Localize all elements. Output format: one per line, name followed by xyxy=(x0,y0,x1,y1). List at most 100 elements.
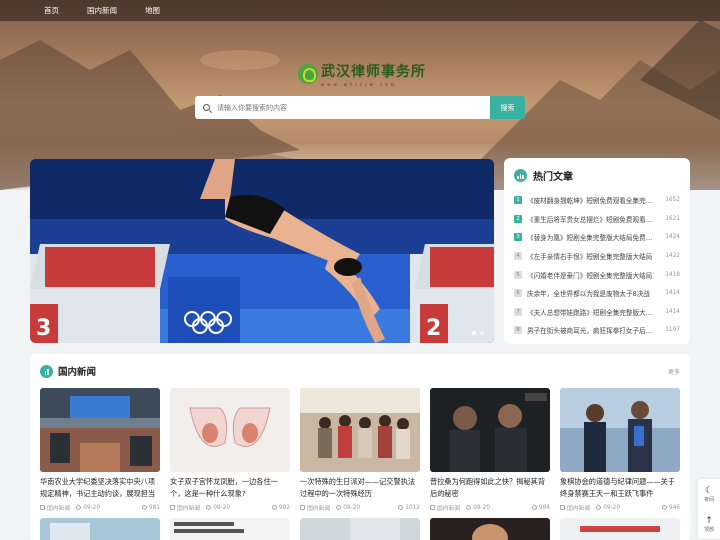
logo-title: 武汉律师事务所 xyxy=(321,64,426,80)
hot-article-views: 1414 xyxy=(665,290,680,297)
news-section-title: 国内新闻 xyxy=(58,367,97,378)
hot-article-item[interactable]: 5 《闪婚老伴是豪门》短剧全集完整版大结局 1418 xyxy=(514,265,680,284)
news-card[interactable]: 女子双子宫怀龙凤胎，一边各住一个，这是一种什么现象? 国内新闻 09-20 982 xyxy=(170,388,290,512)
news-card[interactable] xyxy=(560,518,680,540)
hot-article-title[interactable]: 《夫人总想带娃跑路》短剧全集完整版大结局 xyxy=(527,307,658,317)
carousel-dot[interactable] xyxy=(480,331,484,335)
hot-article-title[interactable]: 《左手亲情右手恨》短剧全集完整版大结局 xyxy=(527,251,658,261)
top-nav: 首页 国内新闻 地图 xyxy=(0,0,720,21)
news-card-title[interactable]: 象棋协会的道德与纪律问题——关于终身禁赛王天一和王跃飞事件 xyxy=(560,476,680,500)
news-thumbnail[interactable] xyxy=(560,388,680,472)
more-link[interactable]: 更多 xyxy=(668,367,680,376)
domestic-news-section: 国内新闻 更多 华南农业大学纪委坚决落实中央八项规定精神，书记主动约谈，展现担当… xyxy=(30,354,690,540)
moon-icon: ☾ xyxy=(704,485,714,496)
folder-icon xyxy=(170,505,175,510)
news-thumbnail[interactable] xyxy=(40,518,160,540)
search-icon xyxy=(203,104,210,111)
news-card[interactable] xyxy=(170,518,290,540)
news-thumbnail[interactable] xyxy=(560,518,680,540)
side-toolbar: ☾ 夜间 ↑ 顶部 xyxy=(698,479,720,539)
hot-article-title[interactable]: 《闪婚老伴是豪门》短剧全集完整版大结局 xyxy=(527,270,658,280)
news-category[interactable]: 国内新闻 xyxy=(307,503,330,512)
carousel-dots xyxy=(472,331,484,335)
logo-icon xyxy=(298,64,318,84)
news-card-title[interactable]: 普拉桑为何跑得如此之快？揭秘其背后的秘密 xyxy=(430,476,550,500)
news-card[interactable] xyxy=(430,518,550,540)
eye-icon xyxy=(141,505,147,510)
hot-article-item[interactable]: 6 庆余年，全世界都以为我是废物太子8决战 1414 xyxy=(514,284,680,303)
news-thumbnail[interactable] xyxy=(430,518,550,540)
search-input[interactable] xyxy=(217,103,467,112)
carousel-dot[interactable] xyxy=(472,331,476,335)
news-card[interactable]: 象棋协会的道德与纪律问题——关于终身禁赛王天一和王跃飞事件 国内新闻 09-20 9… xyxy=(560,388,680,512)
news-thumbnail[interactable] xyxy=(40,388,160,472)
news-card-title[interactable]: 华南农业大学纪委坚决落实中央八项规定精神，书记主动约谈，展现担当 xyxy=(40,476,160,500)
news-card[interactable] xyxy=(40,518,160,540)
hot-article-views: 1418 xyxy=(665,271,680,278)
news-category[interactable]: 国内新闻 xyxy=(567,503,590,512)
hot-article-item[interactable]: 4 《左手亲情右手恨》短剧全集完整版大结局 1422 xyxy=(514,247,680,266)
hot-article-item[interactable]: 2 《重生后将军贵女总摆烂》短剧免费观看全集 1621 xyxy=(514,210,680,229)
search-bar: 搜索 xyxy=(195,96,525,119)
hot-article-views: 1652 xyxy=(665,197,680,204)
banner-carousel[interactable]: 3 2 xyxy=(30,159,494,343)
news-card-title[interactable]: 一次特殊的生日派对——记交警执法过程中的一次特殊经历 xyxy=(300,476,420,500)
news-card[interactable]: 华南农业大学纪委坚决落实中央八项规定精神，书记主动约谈，展现担当 国内新闻 09-… xyxy=(40,388,160,512)
rank-badge: 5 xyxy=(514,270,522,279)
hot-article-views: 1197 xyxy=(665,327,680,334)
news-category[interactable]: 国内新闻 xyxy=(177,503,200,512)
hot-article-title[interactable]: 《替身为凰》短剧全集完整版大结局免费观看 xyxy=(527,232,658,242)
folder-icon xyxy=(430,505,435,510)
rank-badge: 6 xyxy=(514,289,522,298)
news-thumbnail[interactable] xyxy=(170,388,290,472)
hot-articles-panel: 热门文章 1 《废材翻身翘乾坤》短剧免费观看全集完整版 1652 2 《重生后将军贵女… xyxy=(504,158,690,344)
clock-icon xyxy=(596,505,602,510)
hot-articles-title: 热门文章 xyxy=(533,172,573,183)
eye-icon xyxy=(531,505,537,510)
news-card[interactable]: 一次特殊的生日派对——记交警执法过程中的一次特殊经历 国内新闻 09-20 1012 xyxy=(300,388,420,512)
rank-badge: 7 xyxy=(514,307,522,316)
logo-subtitle: www.whlssw.com xyxy=(321,82,398,87)
hot-article-title[interactable]: 《重生后将军贵女总摆烂》短剧免费观看全集 xyxy=(527,214,658,224)
news-thumbnail[interactable] xyxy=(300,388,420,472)
news-thumbnail[interactable] xyxy=(300,518,420,540)
nav-domestic-news[interactable]: 国内新闻 xyxy=(87,5,117,16)
news-date: 09-20 xyxy=(473,504,491,511)
news-card[interactable] xyxy=(300,518,420,540)
hot-article-title[interactable]: 庆余年，全世界都以为我是废物太子8决战 xyxy=(527,288,658,298)
nav-map[interactable]: 地图 xyxy=(145,5,160,16)
news-card-title[interactable]: 女子双子宫怀龙凤胎，一边各住一个，这是一种什么现象? xyxy=(170,476,290,500)
banner-image: 3 2 xyxy=(30,159,494,343)
hot-article-views: 1424 xyxy=(665,234,680,241)
news-thumbnail[interactable] xyxy=(430,388,550,472)
news-views: 1012 xyxy=(405,504,420,511)
rank-badge: 8 xyxy=(514,326,522,335)
news-card[interactable]: 普拉桑为何跑得如此之快？揭秘其背后的秘密 国内新闻 09-20 984 xyxy=(430,388,550,512)
hot-article-item[interactable]: 8 男子在街头被商耳光，疯狂挥拳打女子后逃跑 1197 xyxy=(514,321,680,340)
hot-article-item[interactable]: 7 《夫人总想带娃跑路》短剧全集完整版大结局 1414 xyxy=(514,303,680,322)
back-to-top-button[interactable]: ↑ 顶部 xyxy=(698,509,720,539)
news-category[interactable]: 国内新闻 xyxy=(47,503,70,512)
hot-article-item[interactable]: 1 《废材翻身翘乾坤》短剧免费观看全集完整版 1652 xyxy=(514,191,680,210)
back-to-top-label: 顶部 xyxy=(703,526,714,533)
hot-article-title[interactable]: 《废材翻身翘乾坤》短剧免费观看全集完整版 xyxy=(527,195,658,205)
folder-icon xyxy=(300,505,305,510)
rank-badge: 4 xyxy=(514,252,522,261)
night-mode-button[interactable]: ☾ 夜间 xyxy=(698,479,720,509)
folder-icon xyxy=(560,505,565,510)
news-category[interactable]: 国内新闻 xyxy=(437,503,460,512)
search-box xyxy=(195,96,490,119)
rank-badge: 1 xyxy=(514,196,522,205)
nav-home[interactable]: 首页 xyxy=(44,5,59,16)
news-views: 981 xyxy=(148,504,160,511)
news-icon xyxy=(40,364,53,378)
search-button[interactable]: 搜索 xyxy=(490,96,525,119)
hot-article-item[interactable]: 3 《替身为凰》短剧全集完整版大结局免费观看 1424 xyxy=(514,228,680,247)
clock-icon xyxy=(466,505,472,510)
hot-article-title[interactable]: 男子在街头被商耳光，疯狂挥拳打女子后逃跑 xyxy=(527,325,658,335)
site-logo[interactable]: 武汉律师事务所 www.whlssw.com xyxy=(298,61,426,87)
news-date: 09-20 xyxy=(83,504,101,511)
news-thumbnail[interactable] xyxy=(170,518,290,540)
hot-article-views: 1621 xyxy=(665,215,680,222)
rank-badge: 2 xyxy=(514,214,522,223)
